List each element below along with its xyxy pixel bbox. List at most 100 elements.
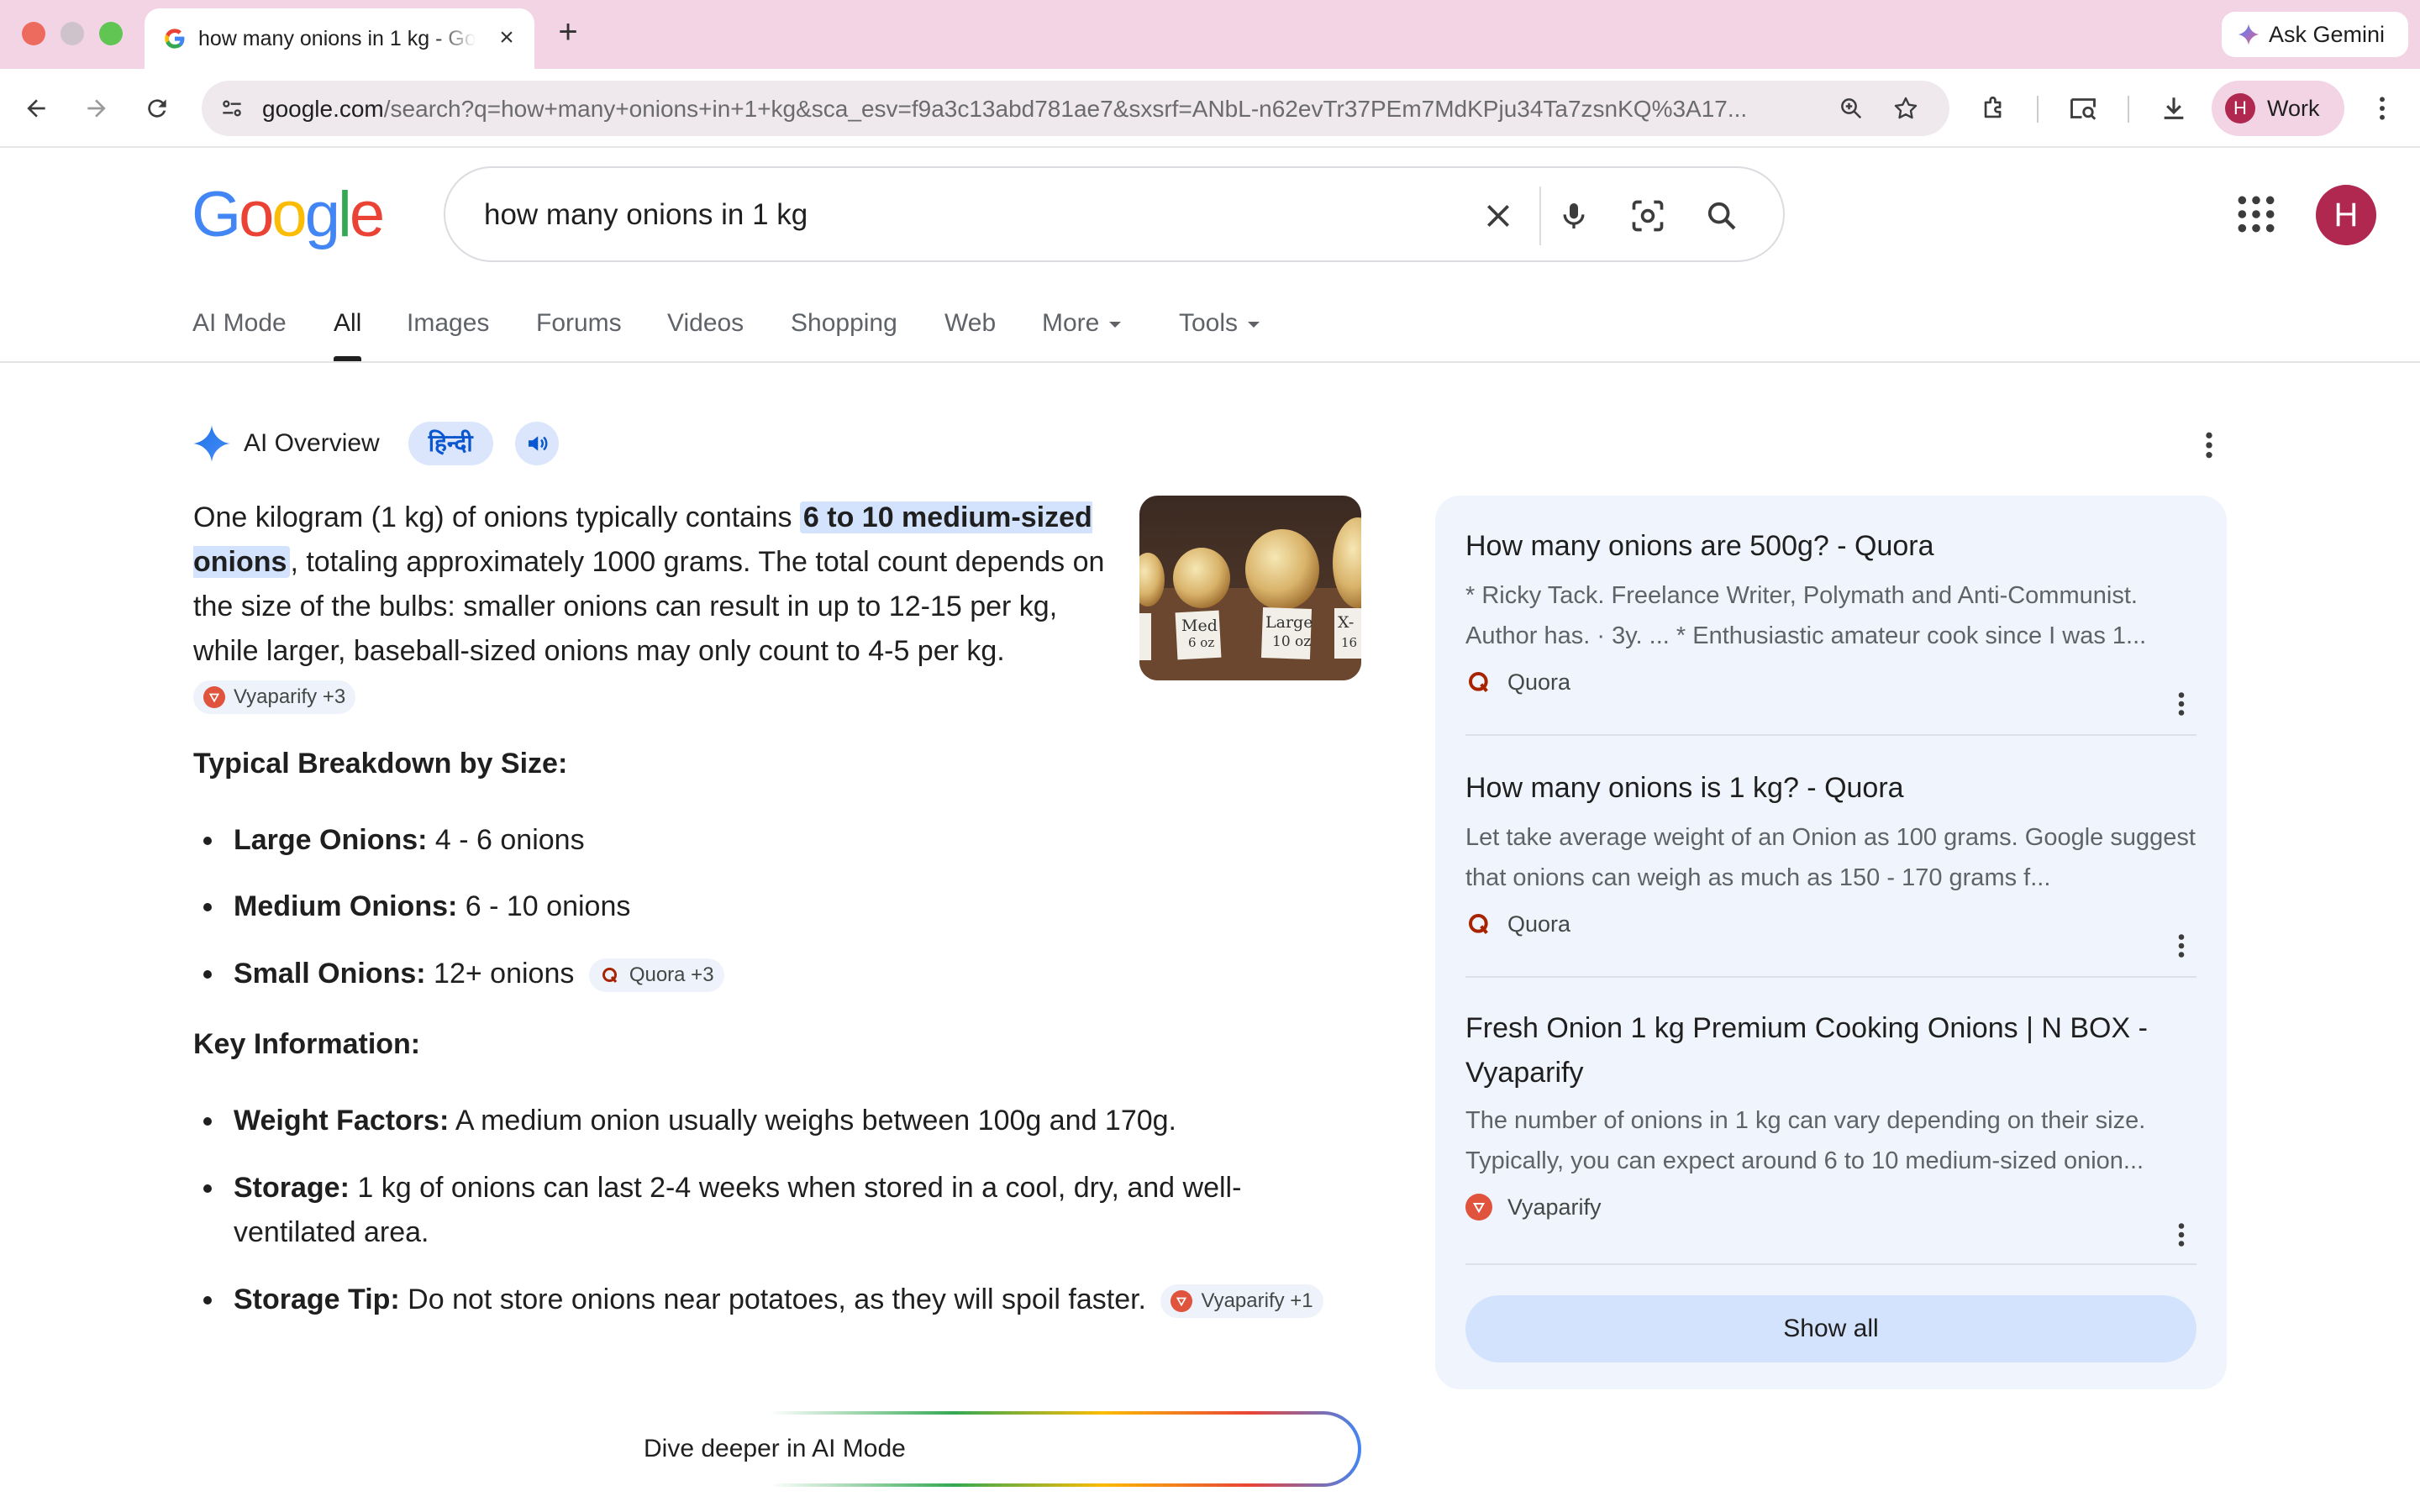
browser-tab[interactable]: how many onions in 1 kg - Google Search … xyxy=(145,8,534,69)
language-toggle-chip[interactable]: हिन्दी xyxy=(408,422,493,465)
list-item-label: Storage Tip: xyxy=(234,1284,400,1315)
chevron-down-icon xyxy=(1248,321,1260,328)
source-menu-icon[interactable] xyxy=(2173,689,2190,719)
url-text[interactable]: google.com/search?q=how+many+onions+in+1… xyxy=(262,96,1758,123)
reload-icon xyxy=(148,99,166,118)
url-path: /search?q=how+many+onions+in+1+kg&sca_es… xyxy=(383,96,1748,122)
source-title[interactable]: How many onions is 1 kg? - Quora xyxy=(1465,766,2196,811)
onions-thumbnail-image[interactable]: Med 6 oz Large 10 oz X- 16 xyxy=(1139,496,1361,680)
profile-avatar: H xyxy=(2225,93,2255,123)
listen-button[interactable] xyxy=(514,422,559,465)
browser-toolbar: google.com/search?q=how+many+onions+in+1… xyxy=(0,69,2420,148)
source-divider xyxy=(1465,734,2196,736)
account-avatar[interactable]: H xyxy=(2316,185,2376,245)
address-bar[interactable]: google.com/search?q=how+many+onions+in+1… xyxy=(202,81,1949,136)
image-label-med: Med xyxy=(1181,617,1218,635)
list-item: Small Onions: 12+ onions Quora +3 xyxy=(203,952,724,996)
breakdown-heading: Typical Breakdown by Size: xyxy=(193,748,568,780)
sources-panel: How many onions are 500g? - Quora * Rick… xyxy=(1435,496,2227,1389)
list-item-text: 6 - 10 onions xyxy=(457,890,631,922)
source-card[interactable]: How many onions is 1 kg? - Quora Let tak… xyxy=(1465,766,2196,958)
search-box[interactable]: how many onions in 1 kg xyxy=(444,166,1785,262)
voice-search-button[interactable] xyxy=(1553,195,1595,237)
maximize-window-button[interactable] xyxy=(99,22,123,45)
citation-chip[interactable]: Vyaparify +1 xyxy=(1160,1284,1323,1319)
source-menu-icon[interactable] xyxy=(2173,931,2190,961)
browser-menu-button[interactable] xyxy=(2360,86,2405,131)
list-item-text: 12+ onions xyxy=(425,958,575,990)
image-label-med-weight: 6 oz xyxy=(1188,635,1215,650)
ai-overview-summary: One kilogram (1 kg) of onions typically … xyxy=(193,496,1118,718)
tab-images[interactable]: Images xyxy=(407,309,489,338)
tab-more[interactable]: More xyxy=(1042,309,1122,338)
tab-forums[interactable]: Forums xyxy=(536,309,622,338)
tab-ai-mode[interactable]: AI Mode xyxy=(192,309,287,338)
search-input[interactable]: how many onions in 1 kg xyxy=(484,198,808,232)
source-menu-icon[interactable] xyxy=(2173,1220,2190,1250)
profile-button[interactable]: H Work xyxy=(2212,81,2344,136)
search-submit-button[interactable] xyxy=(1701,195,1743,237)
show-all-button[interactable]: Show all xyxy=(1465,1295,2196,1362)
source-title[interactable]: Fresh Onion 1 kg Premium Cooking Onions … xyxy=(1465,1006,2196,1095)
image-label-xl-weight: 16 xyxy=(1341,635,1358,650)
list-item-text: 4 - 6 onions xyxy=(427,824,585,856)
ai-sparkle-icon xyxy=(193,425,230,462)
ai-overview-title: AI Overview xyxy=(244,429,380,457)
citation-chip[interactable]: Vyaparify +3 xyxy=(193,680,356,715)
speaker-icon xyxy=(528,436,548,451)
tab-shopping[interactable]: Shopping xyxy=(791,309,897,338)
ai-overview-menu-icon[interactable] xyxy=(2196,428,2222,462)
site-info-icon[interactable] xyxy=(218,95,245,122)
close-window-button[interactable] xyxy=(22,22,45,45)
google-logo[interactable]: Google xyxy=(192,178,385,251)
list-item-label: Weight Factors: xyxy=(234,1105,450,1137)
toolbar-divider xyxy=(2037,96,2039,123)
list-item: Storage: 1 kg of onions can last 2-4 wee… xyxy=(203,1166,1318,1255)
close-icon xyxy=(1487,205,1509,227)
citation-label: Vyaparify +1 xyxy=(1201,1289,1313,1313)
source-card[interactable]: How many onions are 500g? - Quora * Rick… xyxy=(1465,524,2196,716)
list-item-label: Large Onions: xyxy=(234,824,428,856)
source-site-name: Quora xyxy=(1507,669,1571,695)
source-card[interactable]: Fresh Onion 1 kg Premium Cooking Onions … xyxy=(1465,1006,2196,1247)
dive-deeper-ai-mode-button[interactable]: Dive deeper in AI Mode xyxy=(622,1411,1361,1487)
new-tab-button[interactable]: + xyxy=(551,15,585,52)
source-title[interactable]: How many onions are 500g? - Quora xyxy=(1465,524,2196,569)
list-item: Large Onions: 4 - 6 onions xyxy=(203,818,585,863)
citation-label: Quora +3 xyxy=(629,963,714,987)
tab-more-label: More xyxy=(1042,309,1100,337)
citation-chip[interactable]: Quora +3 xyxy=(588,958,724,993)
arrow-left-icon xyxy=(27,99,45,118)
source-divider xyxy=(1465,976,2196,978)
quora-logo-icon xyxy=(1469,672,1488,692)
tab-videos[interactable]: Videos xyxy=(667,309,744,338)
list-item: Weight Factors: A medium onion usually w… xyxy=(203,1099,1318,1143)
lens-search-button[interactable] xyxy=(1627,195,1669,237)
profile-label: Work xyxy=(2267,95,2320,121)
back-button[interactable] xyxy=(13,86,59,131)
close-tab-icon[interactable]: × xyxy=(492,24,521,52)
google-favicon-icon xyxy=(165,29,185,49)
minimize-window-button[interactable] xyxy=(60,22,84,45)
reload-button[interactable] xyxy=(134,86,180,131)
microphone-icon xyxy=(1563,203,1585,228)
tab-tools[interactable]: Tools xyxy=(1179,309,1260,338)
tab-all[interactable]: All xyxy=(334,309,362,361)
extensions-button[interactable] xyxy=(1971,86,2017,131)
tab-search-button[interactable] xyxy=(2060,86,2106,131)
zoom-icon[interactable] xyxy=(1839,96,1864,121)
clear-search-button[interactable] xyxy=(1477,195,1519,237)
ask-gemini-button[interactable]: Ask Gemini xyxy=(2222,12,2408,57)
search-nav-tabs: AI Mode All Images Forums Videos Shoppin… xyxy=(0,296,2420,363)
forward-button[interactable] xyxy=(74,86,119,131)
source-site: Quora xyxy=(1465,668,2196,696)
tab-web[interactable]: Web xyxy=(944,309,996,338)
source-site-name: Quora xyxy=(1507,911,1571,937)
arrow-right-icon xyxy=(87,99,106,118)
source-site: Quora xyxy=(1465,910,2196,938)
downloads-button[interactable] xyxy=(2151,86,2196,131)
bookmark-star-icon[interactable] xyxy=(1892,95,1919,122)
quora-logo-icon xyxy=(599,964,621,986)
list-item-text: Do not store onions near potatoes, as th… xyxy=(399,1284,1147,1315)
google-apps-icon[interactable] xyxy=(2235,193,2277,235)
